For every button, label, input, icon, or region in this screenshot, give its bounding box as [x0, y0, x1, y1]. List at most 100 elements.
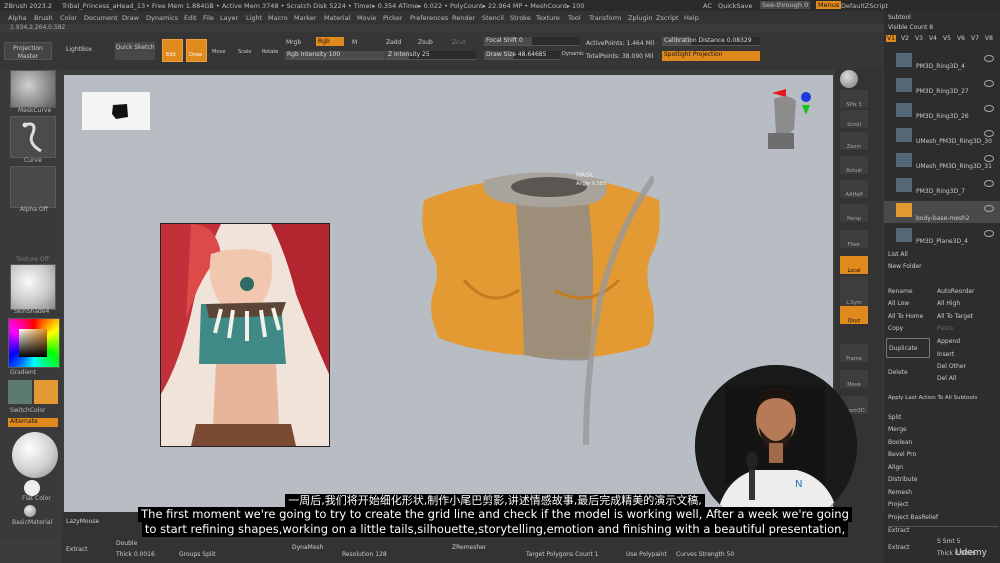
menu-macro[interactable]: Macro — [268, 14, 288, 22]
menu-stroke[interactable]: Stroke — [510, 14, 531, 22]
s-smt-slider[interactable]: S Smt 5 — [937, 538, 960, 545]
remesh-button[interactable]: Remesh — [888, 489, 912, 496]
paste-button[interactable]: Paste — [937, 325, 953, 332]
curves-strength-slider[interactable]: Curves Strength 50 — [676, 551, 734, 558]
menu-marker[interactable]: Marker — [294, 14, 316, 22]
flat-color-material-sphere[interactable] — [12, 432, 58, 478]
shelf-floor-button[interactable]: Floor — [840, 230, 868, 248]
del-other-button[interactable]: Del Other — [937, 363, 966, 370]
subtool-item[interactable]: UMesh_PM3D_Ring3D_31 — [884, 151, 1000, 173]
default-script-button[interactable]: DefaultZScript — [841, 2, 888, 10]
menu-picker[interactable]: Picker — [383, 14, 402, 22]
see-through-slider[interactable]: See-through 0 — [760, 1, 811, 9]
shelf-persp-button[interactable]: Persp — [840, 204, 868, 222]
split-button[interactable]: Split — [888, 414, 901, 421]
visibility-eye-icon[interactable] — [984, 105, 994, 112]
shelf-l-sym-button[interactable]: L.Sym — [840, 288, 868, 306]
menu-document[interactable]: Document — [84, 14, 118, 22]
subtool-item[interactable]: PM3D_Ring3D_7 — [884, 176, 1000, 198]
version-tab-v5[interactable]: V5 — [942, 35, 952, 42]
menu-help[interactable]: Help — [684, 14, 699, 22]
version-tab-v8[interactable]: V8 — [984, 35, 994, 42]
resolution-slider[interactable]: Resolution 128 — [342, 551, 387, 558]
menu-brush[interactable]: Brush — [34, 14, 53, 22]
brush-thumbnail[interactable] — [10, 70, 56, 108]
subtool-item[interactable]: PM3D_Plane3D_4 — [884, 226, 1000, 248]
menu-render[interactable]: Render — [452, 14, 475, 22]
z-intensity-slider[interactable]: Z Intensity 25 — [386, 51, 476, 60]
lightbox-button[interactable]: LightBox — [66, 46, 92, 53]
visibility-eye-icon[interactable] — [984, 55, 994, 62]
visibility-eye-icon[interactable] — [984, 155, 994, 162]
subtool-item[interactable]: PM3D_Ring3D_4 — [884, 51, 1000, 73]
menu-layer[interactable]: Layer — [220, 14, 238, 22]
color-picker[interactable] — [8, 318, 60, 368]
version-tab-v2[interactable]: V2 — [900, 35, 910, 42]
insert-button[interactable]: Insert — [937, 351, 954, 358]
extract-button[interactable]: Extract — [888, 544, 910, 551]
material-thumbnail[interactable] — [10, 264, 56, 310]
basic-material-sphere[interactable] — [24, 505, 36, 517]
menu-zscript[interactable]: Zscript — [656, 14, 679, 22]
menus-button[interactable]: Menus — [816, 1, 842, 9]
quicksave-button[interactable]: QuickSave — [718, 2, 752, 10]
menu-dynamics[interactable]: Dynamics — [146, 14, 178, 22]
all-low-button[interactable]: All Low — [888, 300, 909, 307]
shelf-spix-3-button[interactable]: SPix 3 — [840, 90, 868, 108]
menu-edit[interactable]: Edit — [184, 14, 197, 22]
shelf-actual-button[interactable]: Actual — [840, 156, 868, 174]
menu-light[interactable]: Light — [246, 14, 262, 22]
shelf-qxyz-button[interactable]: Qxyz — [840, 306, 868, 324]
list-all-button[interactable]: List All — [888, 251, 908, 258]
version-tab-v3[interactable]: V3 — [914, 35, 924, 42]
visibility-eye-icon[interactable] — [984, 80, 994, 87]
groups-split-button[interactable]: Groups Split — [179, 551, 216, 558]
align-button[interactable]: Align — [888, 464, 903, 471]
duplicate-button[interactable]: Duplicate — [886, 338, 930, 358]
spotlight-projection-button[interactable]: Spotlight Projection — [662, 51, 760, 61]
new-folder-button[interactable]: New Folder — [888, 263, 922, 270]
shelf-move-button[interactable]: Move — [840, 370, 868, 388]
reference-image[interactable] — [160, 223, 330, 447]
orientation-gizmo[interactable] — [762, 89, 822, 159]
move-button[interactable]: Move — [212, 49, 225, 55]
m-button[interactable]: M — [352, 39, 357, 46]
rgb-intensity-slider[interactable]: Rgb Intensity 100 — [285, 51, 385, 60]
all-to-target-button[interactable]: All To Target — [937, 313, 973, 320]
rgb-button[interactable]: Rgb — [316, 37, 344, 46]
version-tab-v7[interactable]: V7 — [970, 35, 980, 42]
menu-tool[interactable]: Tool — [568, 14, 581, 22]
thick-slider-bottom[interactable]: Thick 0.0016 — [116, 551, 155, 558]
reference-thumbnail[interactable] — [82, 92, 150, 130]
extract-button-bottom[interactable]: Extract — [66, 546, 88, 553]
secondary-color-swatch[interactable] — [8, 380, 32, 404]
menu-material[interactable]: Material — [324, 14, 350, 22]
apply-last-action-button[interactable]: Apply Last Action To All Subtools — [888, 395, 977, 401]
menu-alpha[interactable]: Alpha — [8, 14, 26, 22]
visibility-eye-icon[interactable] — [984, 230, 994, 237]
merge-button[interactable]: Merge — [888, 426, 907, 433]
distribute-button[interactable]: Distribute — [888, 476, 918, 483]
draw-size-slider[interactable]: Draw Size 48.64685 — [484, 51, 560, 60]
shelf-scroll-button[interactable]: Scroll — [840, 110, 868, 128]
zsub-button[interactable]: Zsub — [418, 39, 433, 46]
subtool-item[interactable]: UMesh_PM3D_Ring3D_30 — [884, 126, 1000, 148]
alpha-thumbnail[interactable] — [10, 166, 56, 208]
use-polypaint-button[interactable]: Use Polypaint — [626, 551, 667, 558]
project-basrelief-button[interactable]: Project BasRelief — [888, 514, 938, 521]
visibility-eye-icon[interactable] — [984, 180, 994, 187]
alternate-button[interactable]: Alternate — [8, 418, 58, 427]
calibration-distance-slider[interactable]: Calibration Distance 0.08329 — [662, 37, 760, 46]
menu-color[interactable]: Color — [60, 14, 77, 22]
shelf-frame-button[interactable]: Frame — [840, 344, 868, 362]
target-polygons-slider[interactable]: Target Polygons Count 1 — [526, 551, 599, 558]
rotate-button[interactable]: Rotate — [262, 49, 278, 55]
all-to-home-button[interactable]: All To Home — [888, 313, 923, 320]
focal-shift-slider[interactable]: Focal Shift 0 — [484, 37, 580, 46]
subtool-item[interactable]: PM3D_Ring3D_27 — [884, 76, 1000, 98]
menu-stencil[interactable]: Stencil — [482, 14, 504, 22]
stroke-thumbnail[interactable] — [10, 116, 56, 158]
ac-button[interactable]: AC — [703, 2, 712, 10]
dynamesh-button[interactable]: DynaMesh — [292, 544, 323, 551]
boolean-button[interactable]: Boolean — [888, 439, 912, 446]
